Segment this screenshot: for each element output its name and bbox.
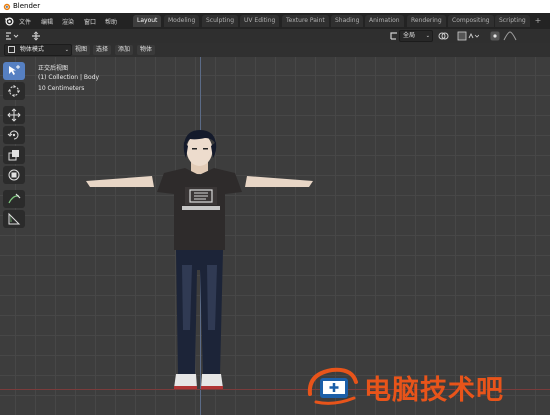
- window-title: Blender: [13, 2, 41, 10]
- character-model[interactable]: [82, 130, 317, 400]
- annotate-tool[interactable]: [3, 190, 25, 208]
- tab-texture-paint[interactable]: Texture Paint: [282, 15, 329, 27]
- menu-file[interactable]: 文件: [19, 17, 31, 26]
- top-menubar: 文件 编辑 渲染 窗口 帮助 Layout Modeling Sculpting…: [0, 13, 550, 29]
- watermark-text: 电脑技术吧: [364, 375, 504, 406]
- tab-sculpting[interactable]: Sculpting: [202, 15, 239, 27]
- blender-app-icon: [3, 3, 11, 11]
- tab-uv-editing[interactable]: UV Editing: [240, 15, 280, 27]
- orientation-icon: [390, 32, 397, 40]
- measure-tool[interactable]: [3, 210, 25, 228]
- chevron-down-icon: ⌄: [425, 33, 430, 39]
- transform-orientation-label: 全局: [403, 32, 416, 39]
- menu-view[interactable]: 视图: [72, 45, 91, 55]
- rotate-tool[interactable]: [3, 126, 25, 144]
- tool-header: 全局 ⌄: [0, 29, 550, 43]
- view-name: 正交后视图: [38, 65, 69, 72]
- rotate-icon: [7, 130, 19, 140]
- pivot-point-icon[interactable]: [437, 31, 451, 41]
- scale-tool[interactable]: [3, 146, 25, 164]
- tab-scripting[interactable]: Scripting: [495, 15, 530, 27]
- annotate-icon: [8, 193, 21, 204]
- select-box-tool[interactable]: [3, 62, 25, 80]
- transform-icon: [8, 169, 20, 181]
- chevron-down-icon: ⌄: [64, 47, 69, 53]
- cursor-tool[interactable]: [3, 82, 25, 100]
- tab-animation[interactable]: Animation: [365, 15, 404, 27]
- transform-tool[interactable]: [3, 166, 25, 184]
- mode-label: 物体模式: [19, 46, 44, 53]
- transform-pivot-icon[interactable]: [29, 31, 43, 41]
- menu-help[interactable]: 帮助: [105, 17, 117, 26]
- menu-window[interactable]: 窗口: [84, 17, 96, 26]
- menu-render[interactable]: 渲染: [62, 17, 74, 26]
- object-mode-icon: [8, 46, 15, 53]
- menu-object[interactable]: 物体: [137, 45, 156, 55]
- editor-type-icon[interactable]: [4, 31, 20, 41]
- mode-dropdown[interactable]: 物体模式 ⌄: [4, 44, 72, 56]
- tab-rendering[interactable]: Rendering: [407, 15, 446, 27]
- window-titlebar: Blender: [0, 0, 550, 14]
- viewport-header: 物体模式 ⌄ 视图 选择 添加 物体: [0, 43, 550, 57]
- scale-icon: [8, 150, 19, 161]
- move-tool[interactable]: [3, 106, 25, 124]
- transform-orientation-dropdown[interactable]: 全局 ⌄: [399, 30, 433, 42]
- blender-menu-icon[interactable]: [4, 16, 14, 26]
- move-icon: [7, 108, 21, 122]
- tab-layout[interactable]: Layout: [133, 15, 162, 27]
- measure-icon: [8, 212, 21, 225]
- tab-shading[interactable]: Shading: [331, 15, 364, 27]
- collection-info: (1) Collection | Body: [38, 74, 100, 81]
- snap-icon[interactable]: [457, 31, 479, 41]
- site-watermark: 电脑技术吧: [300, 362, 550, 412]
- cursor-icon: [8, 85, 20, 97]
- watermark-logo-icon: [307, 367, 358, 405]
- proportional-edit-icon[interactable]: [490, 31, 500, 41]
- tab-modeling[interactable]: Modeling: [164, 15, 200, 27]
- falloff-icon[interactable]: [503, 31, 517, 41]
- menu-edit[interactable]: 编辑: [41, 17, 53, 26]
- add-workspace-button[interactable]: +: [533, 15, 543, 27]
- select-box-icon: [9, 65, 20, 75]
- menu-add[interactable]: 添加: [115, 45, 134, 55]
- menu-select[interactable]: 选择: [93, 45, 112, 55]
- tab-compositing[interactable]: Compositing: [448, 15, 494, 27]
- grid-scale: 10 Centimeters: [38, 85, 85, 92]
